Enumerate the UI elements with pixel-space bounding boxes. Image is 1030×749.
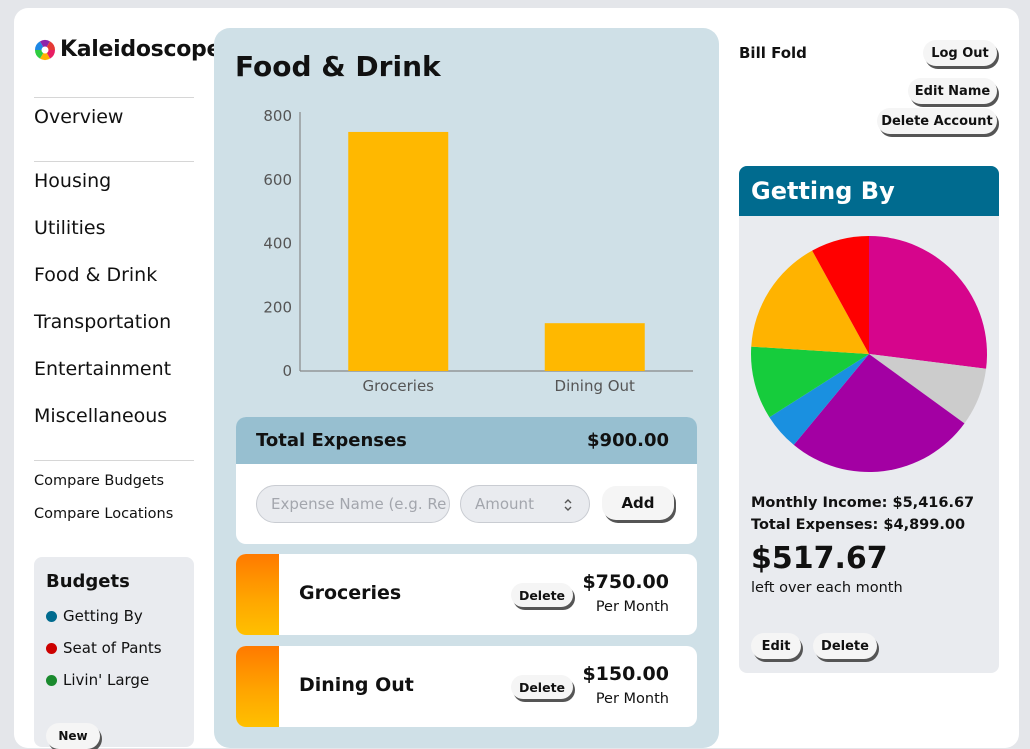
nav-utilities[interactable]: Utilities xyxy=(34,217,106,239)
page-title: Food & Drink xyxy=(235,50,441,83)
y-tick-label: 400 xyxy=(263,235,292,253)
nav-entertainment[interactable]: Entertainment xyxy=(34,358,171,380)
expense-color-swatch xyxy=(236,646,279,727)
total-expenses-summary: Total Expenses: $4,899.00 xyxy=(751,517,966,533)
total-expenses-label: Total Expenses xyxy=(256,430,407,451)
nav-overview[interactable]: Overview xyxy=(34,106,123,128)
total-expenses-header: Total Expenses $900.00 xyxy=(236,417,697,464)
expense-amount: $150.00 xyxy=(582,663,669,685)
nav-food-drink[interactable]: Food & Drink xyxy=(34,264,157,286)
expense-row: Groceries Delete $750.00 Per Month xyxy=(236,554,697,635)
budget-color-dot xyxy=(46,610,57,622)
expense-name-input[interactable]: Expense Name (e.g. Re xyxy=(256,485,450,523)
stepper-icon[interactable] xyxy=(563,498,573,512)
bar xyxy=(544,323,645,371)
budget-color-dot xyxy=(46,642,57,654)
expense-name: Groceries xyxy=(299,582,402,604)
pie-slice xyxy=(869,236,987,369)
expense-entry-card: Total Expenses $900.00 Expense Name (e.g… xyxy=(236,417,697,544)
budget-summary-title: Getting By xyxy=(739,166,999,216)
expense-bar-chart: 0 200 400 600 800 Groceries Dining Out xyxy=(263,107,693,395)
logo-center xyxy=(41,46,49,53)
edit-budget-button[interactable]: Edit xyxy=(751,633,801,659)
nav-transportation[interactable]: Transportation xyxy=(34,311,171,333)
app-logo[interactable]: Kaleidoscope xyxy=(34,37,221,62)
expense-row: Dining Out Delete $150.00 Per Month xyxy=(236,646,697,727)
y-tick-label: 600 xyxy=(263,171,292,189)
amount-placeholder: Amount xyxy=(475,495,534,513)
app-logo-text: Kaleidoscope xyxy=(60,37,222,62)
divider xyxy=(34,460,194,461)
nav-compare-budgets[interactable]: Compare Budgets xyxy=(34,473,164,489)
budget-item-label: Livin' Large xyxy=(63,671,150,689)
budget-summary-card: Getting By Monthly Income: $5,416.67 Tot… xyxy=(739,166,999,673)
budgets-title: Budgets xyxy=(46,571,130,592)
delete-expense-button[interactable]: Delete xyxy=(511,675,573,699)
left-over-caption: left over each month xyxy=(751,580,903,596)
logout-button[interactable]: Log Out xyxy=(923,40,997,66)
category-panel: Food & Drink 0 200 400 600 800 Groceries Dinin… xyxy=(214,28,719,748)
expense-name: Dining Out xyxy=(299,674,414,696)
delete-account-button[interactable]: Delete Account xyxy=(877,108,997,134)
budgets-panel: Budgets Getting By Seat of Pants Livin' … xyxy=(34,557,194,749)
divider xyxy=(34,97,194,98)
budget-item-seat-of-pants[interactable]: Seat of Pants xyxy=(46,639,162,657)
expense-period: Per Month xyxy=(595,691,669,707)
budget-color-dot xyxy=(46,674,57,686)
add-expense-button[interactable]: Add xyxy=(602,486,674,520)
user-name: Bill Fold xyxy=(739,44,807,62)
divider xyxy=(34,161,194,162)
y-tick-label: 200 xyxy=(263,298,292,316)
expense-color-swatch xyxy=(236,554,279,635)
x-tick-label: Dining Out xyxy=(555,377,636,395)
delete-budget-button[interactable]: Delete xyxy=(813,633,877,659)
budget-item-getting-by[interactable]: Getting By xyxy=(46,607,143,625)
nav-compare-locations[interactable]: Compare Locations xyxy=(34,506,173,522)
y-tick-label: 0 xyxy=(282,362,292,380)
budget-item-livin-large[interactable]: Livin' Large xyxy=(46,671,149,689)
nav-housing[interactable]: Housing xyxy=(34,170,111,192)
expense-period: Per Month xyxy=(595,599,669,615)
amount-input[interactable]: Amount xyxy=(460,485,590,523)
delete-expense-button[interactable]: Delete xyxy=(511,583,573,607)
monthly-income: Monthly Income: $5,416.67 xyxy=(751,495,975,511)
budget-item-label: Getting By xyxy=(63,607,143,625)
left-over-amount: $517.67 xyxy=(751,541,888,576)
total-expenses-value: $900.00 xyxy=(587,430,669,451)
kaleidoscope-logo-icon xyxy=(35,39,55,60)
bar xyxy=(348,131,449,371)
expense-amount: $750.00 xyxy=(582,571,669,593)
budget-item-label: Seat of Pants xyxy=(63,639,162,657)
x-tick-label: Groceries xyxy=(363,377,435,395)
y-tick-label: 800 xyxy=(263,107,292,125)
nav-miscellaneous[interactable]: Miscellaneous xyxy=(34,405,167,427)
budget-pie-chart xyxy=(751,236,987,472)
edit-name-button[interactable]: Edit Name xyxy=(908,78,997,104)
new-budget-button[interactable]: New xyxy=(46,723,100,749)
